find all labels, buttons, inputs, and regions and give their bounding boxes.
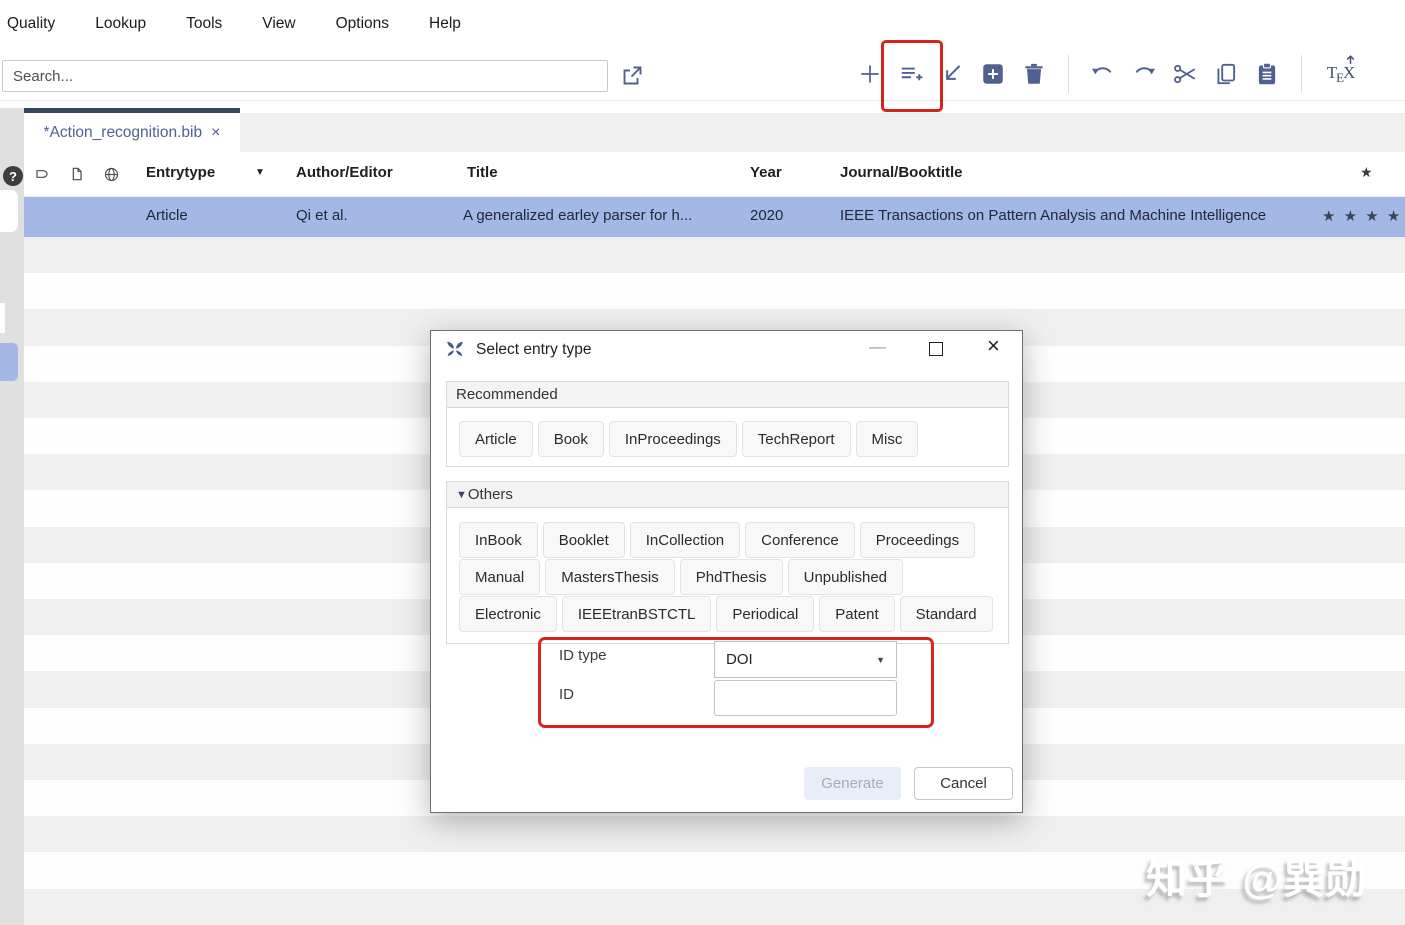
toolbar: TEX — [857, 52, 1359, 96]
table-header-row: Entrytype ▼ Author/Editor Title Year Jou… — [24, 152, 1405, 197]
entry-type-button[interactable]: Manual — [459, 559, 541, 595]
select-entry-type-dialog: Select entry type — × Recommended Articl… — [430, 330, 1023, 813]
column-header-year[interactable]: Year — [750, 164, 782, 181]
jabref-logo-icon — [447, 341, 463, 356]
entry-type-button[interactable]: MastersThesis — [545, 559, 675, 595]
delete-entry-icon[interactable] — [1021, 61, 1047, 87]
menu-item[interactable]: Quality — [5, 11, 57, 37]
help-icon[interactable]: ? — [3, 166, 23, 186]
entry-type-button[interactable]: Article — [459, 421, 533, 457]
sidebar-toggle-selected[interactable] — [0, 343, 18, 381]
column-header-journal-booktitle[interactable]: Journal/Booktitle — [840, 164, 963, 181]
entry-type-button[interactable]: InProceedings — [608, 421, 737, 457]
jabref-window: Quality Lookup Tools View Options Help S… — [0, 0, 1405, 925]
entry-type-button[interactable]: Standard — [899, 596, 993, 632]
copy-icon[interactable] — [1213, 61, 1239, 87]
tab-close-icon[interactable]: × — [211, 124, 220, 142]
others-label: Others — [467, 486, 513, 503]
id-type-label: ID type — [559, 647, 607, 664]
menu-item[interactable]: Help — [427, 11, 463, 37]
table-empty-row — [24, 237, 1405, 274]
dialog-title: Select entry type — [476, 341, 592, 358]
menu-item[interactable]: Tools — [184, 11, 224, 37]
cell-year: 2020 — [750, 207, 784, 224]
generate-button[interactable]: Generate — [804, 767, 901, 800]
entry-type-button[interactable]: PhdThesis — [679, 559, 783, 595]
id-type-dropdown[interactable]: DOI ▼ — [714, 641, 897, 678]
dialog-body: Recommended Article Book InProceedings Tech… — [446, 381, 1009, 644]
menu-item[interactable]: Lookup — [93, 11, 148, 37]
recommended-label: Recommended — [456, 386, 558, 403]
recommended-group-header[interactable]: Recommended — [446, 381, 1009, 408]
entry-type-button[interactable]: Conference — [745, 522, 855, 558]
new-library-icon[interactable] — [857, 61, 883, 87]
tab-bar-background — [240, 113, 1405, 152]
entry-type-button[interactable]: TechReport — [741, 421, 851, 457]
entry-type-button[interactable]: IEEEtranBSTCTL — [561, 596, 712, 632]
new-entry-from-plain-text-icon[interactable] — [980, 61, 1006, 87]
toolbar-separator — [1301, 55, 1302, 93]
entry-type-button[interactable]: Book — [537, 421, 604, 457]
cell-rank-stars: ★ ★ ★ ★ ★ — [1322, 208, 1405, 225]
tab-action-recognition-bib[interactable]: *Action_recognition.bib × — [24, 108, 240, 152]
id-type-value: DOI — [726, 651, 753, 668]
import-entries-icon[interactable] — [939, 61, 965, 87]
watermark: 知乎 @巽勋 — [1146, 856, 1368, 902]
menu-bar: Quality Lookup Tools View Options Help — [0, 0, 1405, 48]
menu-item[interactable]: Options — [334, 11, 391, 37]
id-label: ID — [559, 686, 574, 703]
table-row-selected[interactable]: Article Qi et al. A generalized earley p… — [24, 197, 1405, 237]
entry-type-button[interactable]: Misc — [855, 421, 919, 457]
menu-item[interactable]: View — [260, 11, 297, 37]
minimize-icon[interactable]: — — [869, 337, 886, 357]
open-global-search-icon[interactable] — [620, 64, 644, 88]
cancel-button[interactable]: Cancel — [914, 767, 1013, 800]
entry-type-button[interactable]: Electronic — [459, 596, 557, 632]
chevron-down-icon: ▼ — [876, 654, 885, 665]
recommended-types: Article Book InProceedings TechReport Misc — [446, 408, 1009, 467]
column-header-entrytype[interactable]: Entrytype — [146, 164, 215, 181]
entry-type-button[interactable]: Unpublished — [787, 559, 904, 595]
close-icon[interactable]: × — [987, 333, 1000, 359]
maximize-icon[interactable] — [929, 342, 943, 356]
collapse-triangle-icon: ▼ — [456, 488, 467, 501]
sidebar-toggle-middle[interactable] — [0, 303, 5, 333]
file-column-icon[interactable] — [69, 166, 85, 186]
sidebar-toggle-top[interactable] — [0, 190, 18, 232]
push-to-tex-editor-icon[interactable]: TEX — [1323, 54, 1359, 86]
entry-type-button[interactable]: InCollection — [629, 522, 741, 558]
entry-type-button[interactable]: Booklet — [542, 522, 625, 558]
entry-type-button[interactable]: InBook — [459, 522, 538, 558]
redo-icon[interactable] — [1131, 61, 1157, 87]
table-empty-row — [24, 273, 1405, 310]
others-types: InBook Booklet InCollection Conference Proce… — [446, 508, 1009, 644]
url-column-icon[interactable] — [103, 166, 120, 187]
cut-icon[interactable] — [1172, 61, 1198, 87]
sort-descending-icon[interactable]: ▼ — [255, 167, 265, 178]
toolbar-divider — [0, 100, 1405, 101]
cell-title: A generalized earley parser for h... — [463, 207, 693, 224]
column-header-rank-icon[interactable]: ★ — [1360, 164, 1373, 181]
tab-label: *Action_recognition.bib — [43, 123, 203, 141]
paste-icon[interactable] — [1254, 61, 1280, 87]
new-entry-icon[interactable] — [898, 61, 924, 87]
column-header-author-editor[interactable]: Author/Editor — [296, 164, 393, 181]
entry-type-button[interactable]: Proceedings — [859, 522, 976, 558]
toolbar-separator — [1068, 55, 1069, 93]
entry-type-button[interactable]: Patent — [819, 596, 895, 632]
cell-author-editor: Qi et al. — [296, 207, 348, 224]
cell-entrytype: Article — [146, 207, 188, 224]
undo-icon[interactable] — [1090, 61, 1116, 87]
color-tag-column-icon[interactable] — [34, 166, 50, 186]
tex-x: X — [1343, 62, 1356, 82]
others-group-header[interactable]: ▼ Others — [446, 481, 1009, 508]
id-input[interactable] — [714, 680, 897, 716]
cell-journal-booktitle: IEEE Transactions on Pattern Analysis an… — [840, 207, 1267, 224]
column-header-title[interactable]: Title — [467, 164, 498, 181]
entry-type-button[interactable]: Periodical — [716, 596, 815, 632]
search-input[interactable] — [2, 60, 608, 92]
